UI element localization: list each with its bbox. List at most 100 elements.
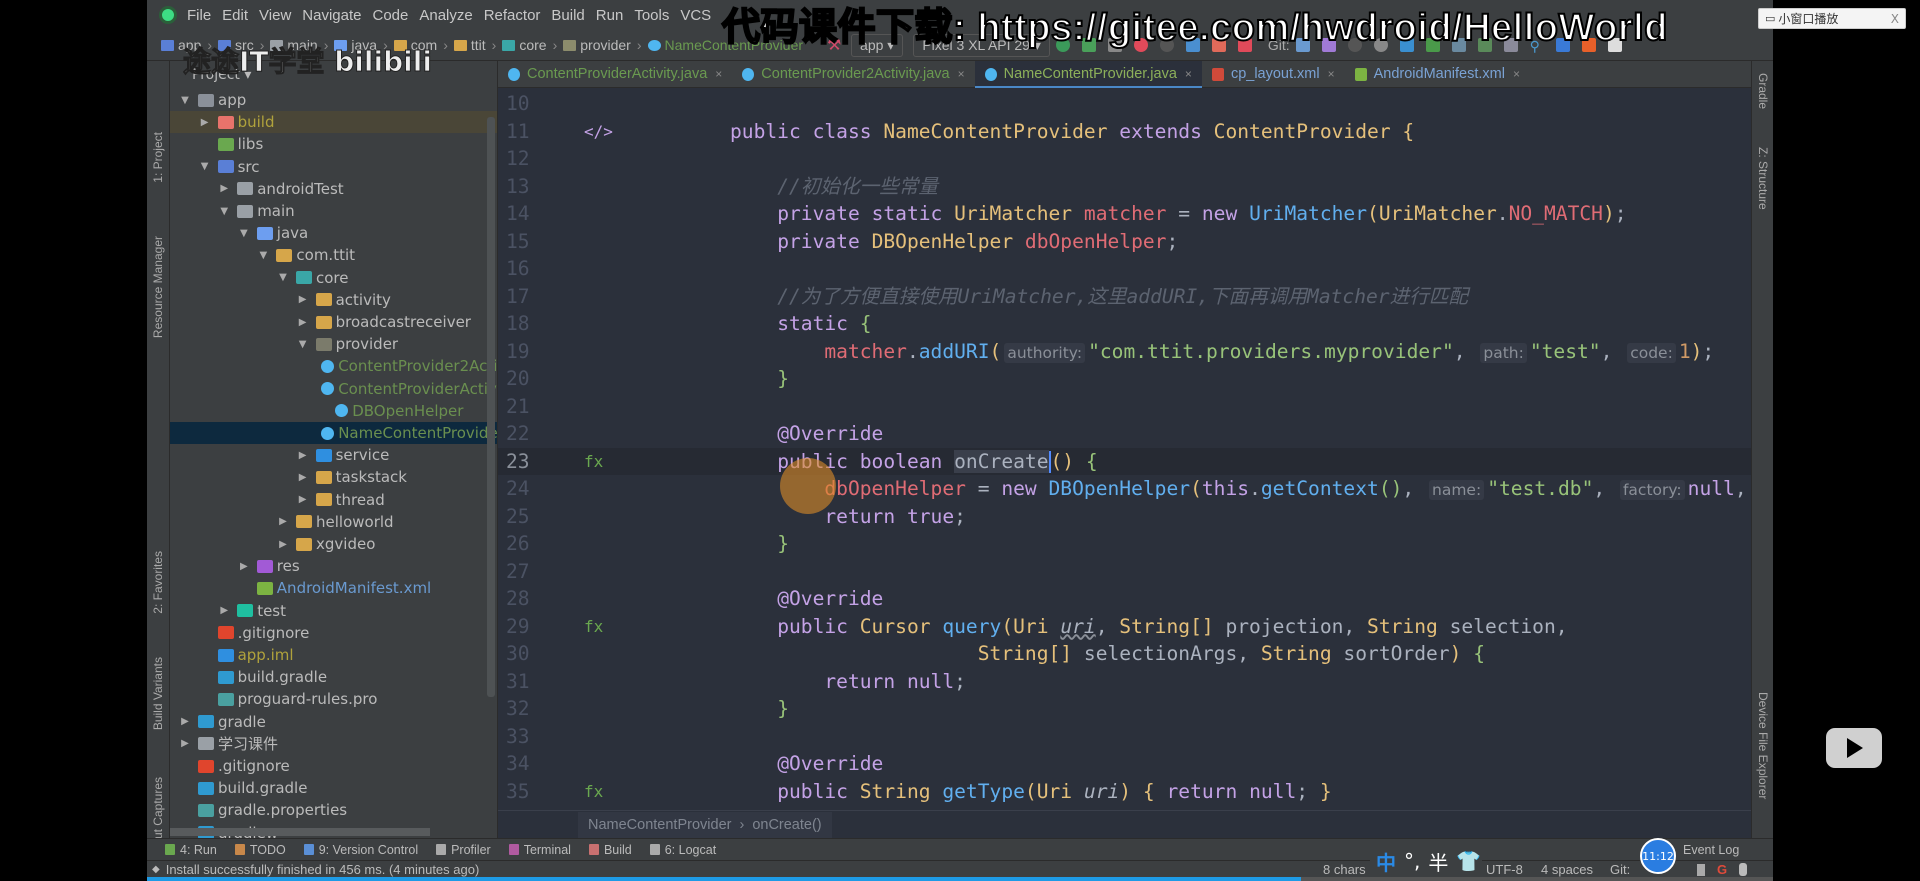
class-structure-icon[interactable]: </> [584,118,613,146]
code-line[interactable]: 35 fx public String getType(Uri uri) { re… [498,778,1751,806]
tree-item[interactable]: ▼ src [170,156,497,178]
tree-item[interactable]: ▶ activity [170,289,497,311]
chevron-right-icon[interactable]: ▶ [296,294,310,305]
tree-item[interactable]: AndroidManifest.xml [170,577,497,599]
lock-icon[interactable] [1697,864,1705,876]
code-line[interactable]: 10 [498,90,1751,118]
tree-item[interactable]: ▶ xgvideo [170,533,497,555]
code-line[interactable]: 11 </> public class NameContentProvider ex… [498,118,1751,146]
tree-item[interactable]: ▶ taskstack [170,466,497,488]
override-method-icon[interactable]: fx [584,778,603,806]
breadcrumb-method[interactable]: onCreate() [752,817,821,833]
tree-item[interactable]: ▶ test [170,600,497,622]
code-line[interactable]: 24 dbOpenHelper = new DBOpenHelper(this.… [498,475,1751,503]
tool-resource-manager[interactable]: Resource Manager [151,236,165,338]
chevron-right-icon[interactable]: ▶ [296,494,310,505]
tree-item[interactable]: .gitignore [170,755,497,777]
ime-punct[interactable]: °, [1404,849,1420,873]
code-line[interactable]: 15 private DBOpenHelper dbOpenHelper; [498,228,1751,256]
tree-item[interactable]: DBOpenHelper [170,400,497,422]
tree-item[interactable]: ▶ helloworld [170,511,497,533]
mini-window-button[interactable]: ▭ 小窗口播放 X [1758,8,1906,29]
tree-item[interactable]: gradle.properties [170,799,497,821]
code-line[interactable]: 13 //初始化一些常量 [498,173,1751,201]
code-line[interactable]: 16 [498,255,1751,283]
tool-window-todo[interactable]: TODO [234,843,286,857]
project-horizontal-scrollbar[interactable] [170,828,430,836]
chevron-down-icon[interactable]: ▼ [256,250,270,261]
encoding[interactable]: UTF-8 [1486,862,1523,877]
tab-close-icon[interactable]: × [715,67,722,81]
tree-item[interactable]: ▶ 学习课件 [170,733,497,755]
code-line[interactable]: 27 [498,558,1751,586]
tool-window-run[interactable]: 4: Run [165,843,217,857]
tab-close-icon[interactable]: × [1328,67,1335,81]
tree-item[interactable]: app.iml [170,644,497,666]
tree-item[interactable]: ▼ main [170,200,497,222]
tab-contentprovideractivity-java[interactable]: ContentProviderActivity.java × [498,61,732,88]
menu-build[interactable]: Build [551,7,584,24]
ime-lang[interactable]: 中 [1376,847,1396,876]
code-line[interactable]: 32 } [498,695,1751,723]
bilibili-tv-icon[interactable] [1826,728,1882,768]
code-line[interactable]: 34 @Override [498,750,1751,778]
tool-gradle[interactable]: Gradle [1756,73,1770,109]
code-line[interactable]: 30 String[] selectionArgs, String sortOr… [498,640,1751,668]
breadcrumb-item[interactable]: ttit [450,37,486,53]
tool----favorites[interactable]: 2: Favorites [151,551,165,614]
tree-item[interactable]: libs [170,133,497,155]
selection-chars[interactable]: 8 chars [1323,862,1366,877]
tool-z--structure[interactable]: Z: Structure [1756,147,1770,210]
menu-vcs[interactable]: VCS [680,7,711,24]
tree-item[interactable]: .gitignore [170,622,497,644]
status-message[interactable]: Install successfully finished in 456 ms.… [166,862,480,877]
menu-edit[interactable]: Edit [222,7,248,24]
tab-androidmanifest-xml[interactable]: AndroidManifest.xml × [1345,61,1530,88]
tab-contentprovider2activity-java[interactable]: ContentProvider2Activity.java × [732,61,974,88]
menu-file[interactable]: File [187,7,211,24]
tree-item[interactable]: ▼ app [170,89,497,111]
tool-window-terminal[interactable]: Terminal [508,843,571,857]
tool-window-logcat[interactable]: 6: Logcat [649,843,716,857]
code-line[interactable]: 29 fx public Cursor query(Uri uri, String… [498,613,1751,641]
tool-device-file-explorer[interactable]: Device File Explorer [1756,692,1770,799]
ime-width[interactable]: 半 [1428,847,1448,876]
tool-window-versioncontrol[interactable]: 9: Version Control [303,843,418,857]
code-line[interactable]: 26 } [498,530,1751,558]
chevron-down-icon[interactable]: ▼ [296,339,310,350]
code-line[interactable]: 33 [498,723,1751,751]
code-line[interactable]: 20 } [498,365,1751,393]
close-icon[interactable]: X [1891,12,1899,26]
tree-item[interactable]: ▶ androidTest [170,178,497,200]
menu-analyze[interactable]: Analyze [419,7,472,24]
code-line[interactable]: 21 [498,393,1751,421]
tree-item[interactable]: ▼ provider [170,333,497,355]
menu-refactor[interactable]: Refactor [484,7,541,24]
menu-run[interactable]: Run [596,7,624,24]
event-log-button[interactable]: Event Log [1683,843,1739,857]
chevron-down-icon[interactable]: ▼ [276,272,290,283]
code-line[interactable]: 17 //为了方便直接使用UriMatcher,这里addURI,下面再调用Ma… [498,283,1751,311]
breadcrumb-item[interactable]: provider [559,37,631,53]
code-editor[interactable]: 10 11 </> public class NameContentProvider … [498,88,1751,810]
chevron-right-icon[interactable]: ▶ [296,472,310,483]
code-line[interactable]: 14 private static UriMatcher matcher = n… [498,200,1751,228]
chevron-right-icon[interactable]: ▶ [198,117,212,128]
tree-item[interactable]: NameContentProvider [170,422,497,444]
tree-item[interactable]: proguard-rules.pro [170,688,497,710]
tool----project[interactable]: 1: Project [151,132,165,183]
code-line[interactable]: 28 @Override [498,585,1751,613]
tool-window-profiler[interactable]: Profiler [436,843,491,857]
tree-item[interactable]: ▶ res [170,555,497,577]
tree-item[interactable]: ▶ build [170,111,497,134]
tab-cp-layout-xml[interactable]: cp_layout.xml × [1202,61,1345,88]
tree-item[interactable]: ▶ thread [170,489,497,511]
chevron-right-icon[interactable]: ▶ [217,605,231,616]
git-branch[interactable]: Git: [1610,862,1630,877]
chevron-down-icon[interactable]: ▼ [237,228,251,239]
chevron-right-icon[interactable]: ▶ [296,450,310,461]
code-line[interactable]: 31 return null; [498,668,1751,696]
code-line[interactable]: 18 static { [498,310,1751,338]
code-line[interactable]: 19 matcher.addURI(authority: "com.ttit.pr… [498,338,1751,366]
google-icon[interactable]: G [1717,862,1727,877]
